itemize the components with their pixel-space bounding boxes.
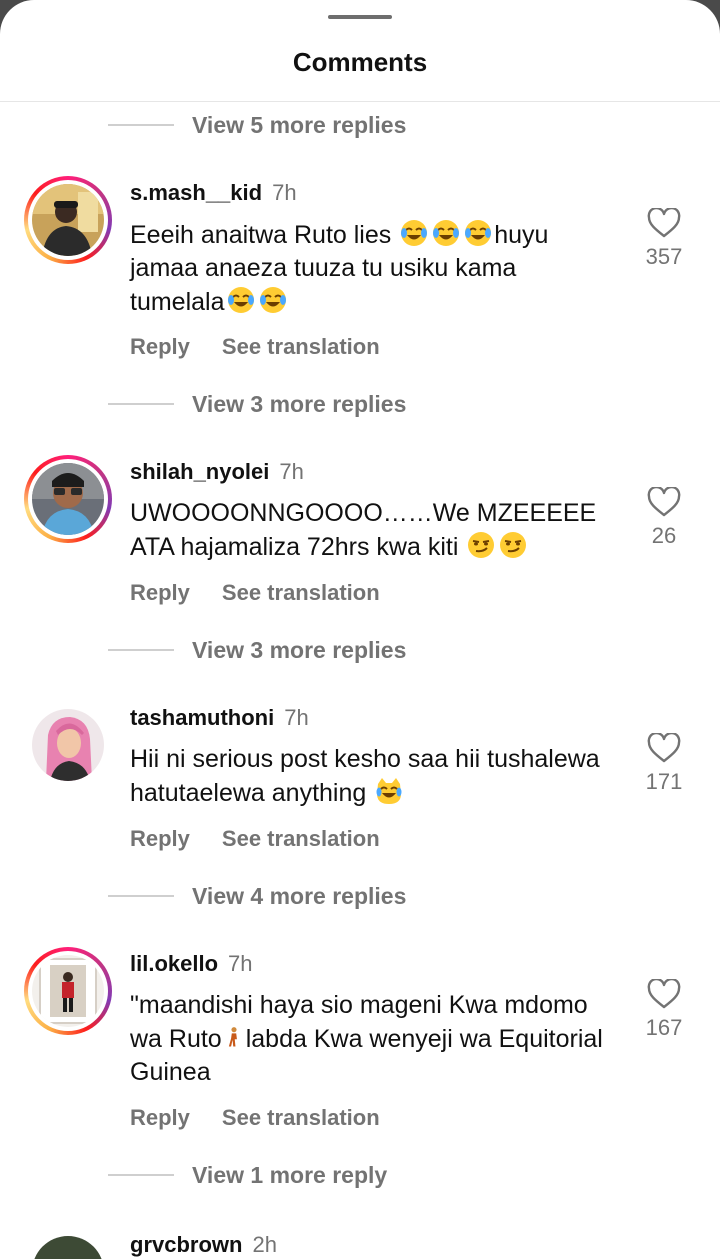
comment-text: UWOOOONNGOOOO……We MZEEEEE ATA hajamaliza…	[130, 497, 610, 564]
timestamp: 7h	[272, 180, 297, 205]
header-divider	[0, 101, 720, 102]
like-button[interactable]: 357	[636, 208, 692, 270]
comment-meta: lil.okello 7h	[130, 951, 253, 977]
username[interactable]: shilah_nyolei	[130, 459, 269, 484]
replies-divider	[108, 649, 174, 651]
reply-button[interactable]: Reply	[130, 1105, 190, 1130]
tears-of-joy-icon	[398, 220, 430, 249]
replies-divider	[108, 1174, 174, 1176]
comment-text-part: Eeeih anaitwa Ruto lies	[130, 221, 399, 249]
like-count: 171	[645, 769, 683, 794]
view-replies-button[interactable]: View 3 more replies	[108, 389, 406, 419]
grinning-cat-tears-of-joy-icon	[373, 778, 405, 807]
see-translation-button[interactable]: See translation	[222, 826, 380, 851]
reply-button[interactable]: Reply	[130, 334, 190, 359]
view-replies-label: View 3 more replies	[192, 636, 407, 663]
reply-button[interactable]: Reply	[130, 826, 190, 851]
comments-sheet: Comments View 5 more replies s.mash__kid…	[0, 0, 720, 1259]
timestamp: 2h	[252, 1232, 277, 1257]
heart-outline-icon[interactable]	[647, 208, 681, 238]
avatar[interactable]	[24, 947, 112, 1035]
view-replies-button[interactable]: View 3 more replies	[108, 635, 406, 665]
comment-text-part: Hii ni serious post kesho saa hii tushal…	[130, 745, 600, 807]
avatar[interactable]	[32, 1236, 104, 1259]
like-button[interactable]: 167	[636, 979, 692, 1041]
heart-outline-icon[interactable]	[647, 733, 681, 763]
avatar[interactable]	[24, 176, 112, 264]
username[interactable]: grvcbrown	[130, 1232, 242, 1257]
view-replies-button[interactable]: View 4 more replies	[108, 881, 406, 911]
smirking-face-icon	[465, 532, 497, 561]
see-translation-button[interactable]: See translation	[222, 580, 380, 605]
tears-of-joy-icon	[462, 220, 494, 249]
like-button[interactable]: 171	[636, 733, 692, 795]
comment-text: "maandishi haya sio mageni Kwa mdomo wa …	[130, 989, 610, 1089]
tears-of-joy-icon	[257, 287, 289, 316]
see-translation-button[interactable]: See translation	[222, 1105, 380, 1130]
avatar[interactable]	[32, 709, 104, 781]
comment-meta: s.mash__kid 7h	[130, 180, 297, 206]
view-replies-button[interactable]: View 1 more reply	[108, 1160, 387, 1190]
comment-meta: shilah_nyolei 7h	[130, 459, 304, 485]
view-replies-label: View 5 more replies	[192, 111, 407, 138]
replies-divider	[108, 403, 174, 405]
heart-outline-icon[interactable]	[647, 979, 681, 1009]
username[interactable]: lil.okello	[130, 951, 218, 976]
view-replies-label: View 3 more replies	[192, 390, 407, 417]
view-replies-label: View 1 more reply	[192, 1161, 388, 1188]
drag-handle[interactable]	[328, 15, 392, 19]
view-replies-label: View 4 more replies	[192, 882, 407, 909]
view-replies-button[interactable]: View 5 more replies	[108, 110, 406, 140]
replies-divider	[108, 124, 174, 126]
smirking-face-icon	[497, 532, 529, 561]
username[interactable]: s.mash__kid	[130, 180, 262, 205]
person-walking-icon	[222, 1025, 246, 1053]
like-count: 357	[645, 244, 683, 269]
comment-actions: Reply See translation	[130, 580, 380, 606]
comment-actions: Reply See translation	[130, 826, 380, 852]
comment-meta: grvcbrown 2h	[130, 1232, 277, 1258]
like-count: 167	[645, 1015, 683, 1040]
avatar[interactable]	[24, 455, 112, 543]
tears-of-joy-icon	[430, 220, 462, 249]
timestamp: 7h	[228, 951, 253, 976]
comment-meta: tashamuthoni 7h	[130, 705, 309, 731]
page-title: Comments	[292, 47, 428, 77]
username[interactable]: tashamuthoni	[130, 705, 274, 730]
comment-actions: Reply See translation	[130, 1105, 380, 1131]
heart-outline-icon[interactable]	[647, 487, 681, 517]
like-count: 26	[651, 523, 677, 548]
comment-text: Eeeih anaitwa Ruto lies huyu jamaa anaez…	[130, 218, 610, 319]
replies-divider	[108, 895, 174, 897]
timestamp: 7h	[279, 459, 304, 484]
comment-actions: Reply See translation	[130, 334, 380, 360]
see-translation-button[interactable]: See translation	[222, 334, 380, 359]
reply-button[interactable]: Reply	[130, 580, 190, 605]
tears-of-joy-icon	[225, 287, 257, 316]
like-button[interactable]: 26	[636, 487, 692, 549]
timestamp: 7h	[284, 705, 309, 730]
comment-text: Hii ni serious post kesho saa hii tushal…	[130, 743, 610, 810]
